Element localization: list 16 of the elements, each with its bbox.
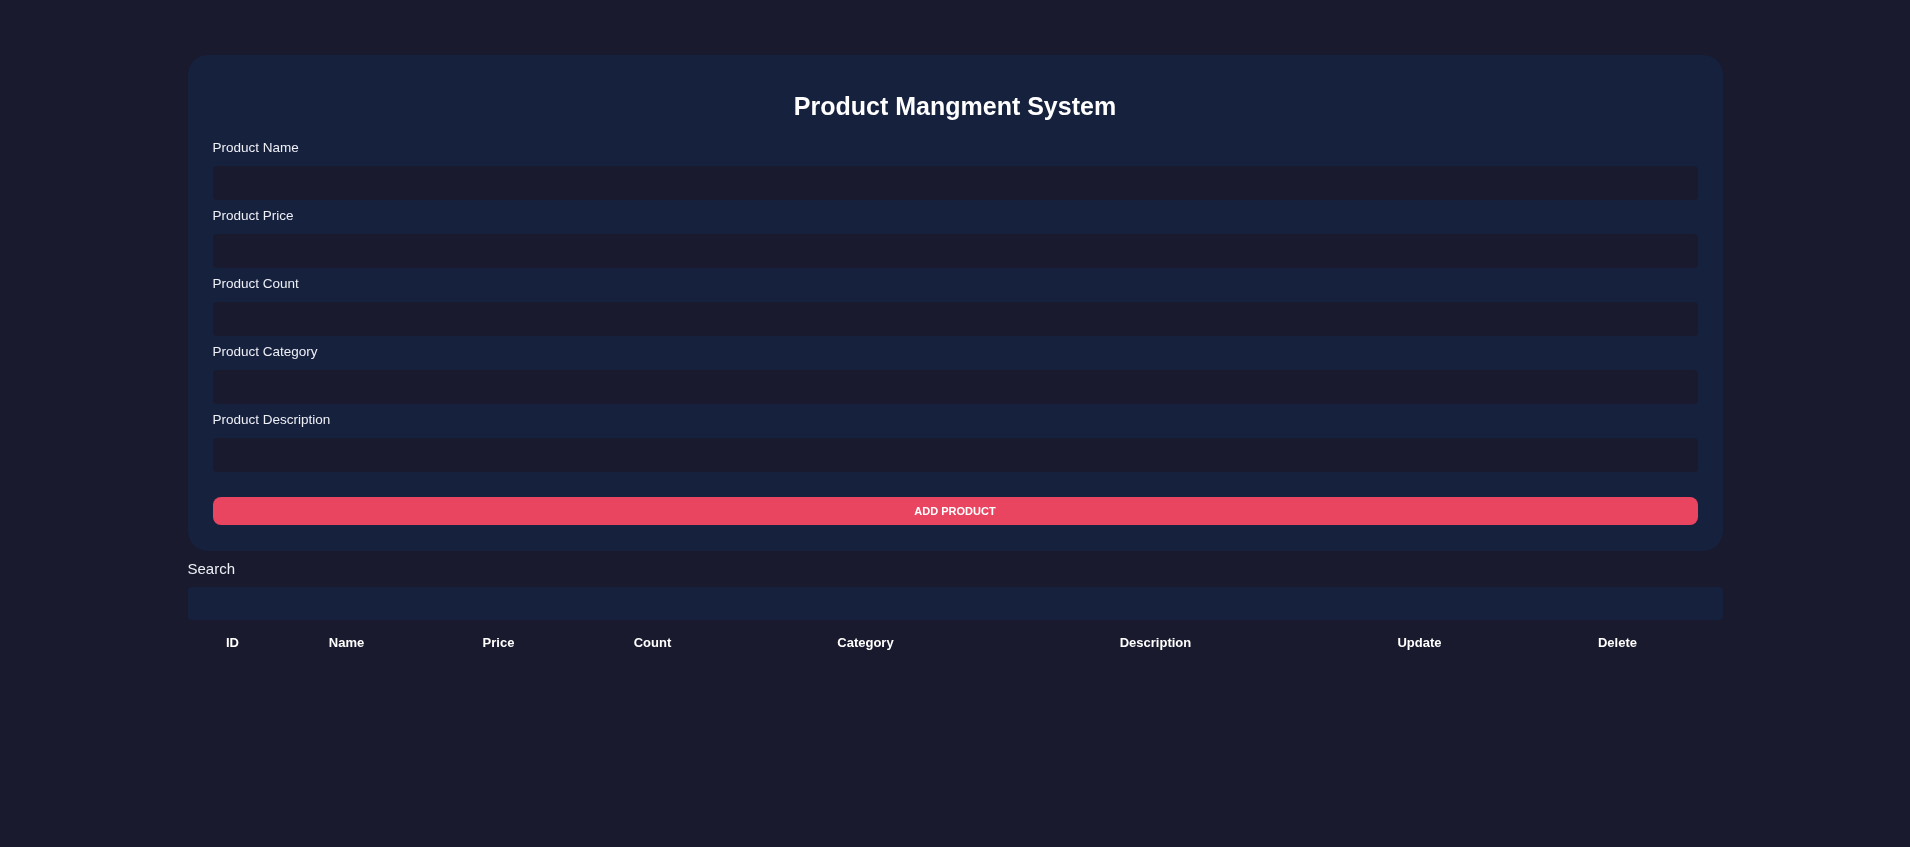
search-label: Search	[187, 559, 236, 579]
column-header: Price	[482, 634, 515, 652]
column-header: Name	[328, 634, 365, 652]
column-header: Description	[1119, 634, 1192, 652]
field-label: Product Count	[212, 275, 299, 293]
field-label: Product Description	[212, 411, 331, 429]
column-header: Count	[633, 634, 672, 652]
field-label: Product Price	[212, 207, 294, 225]
column-header: Category	[837, 634, 894, 652]
add-product-button[interactable]: ADD PRODUCT	[212, 497, 1698, 525]
form-title: Product Mangment System	[792, 91, 1118, 122]
column-header: Update	[1397, 634, 1442, 652]
column-header: ID	[226, 634, 239, 652]
field-label: Product Name	[212, 139, 299, 157]
field-label: Product Category	[212, 343, 318, 361]
column-header: Delete	[1598, 634, 1637, 652]
